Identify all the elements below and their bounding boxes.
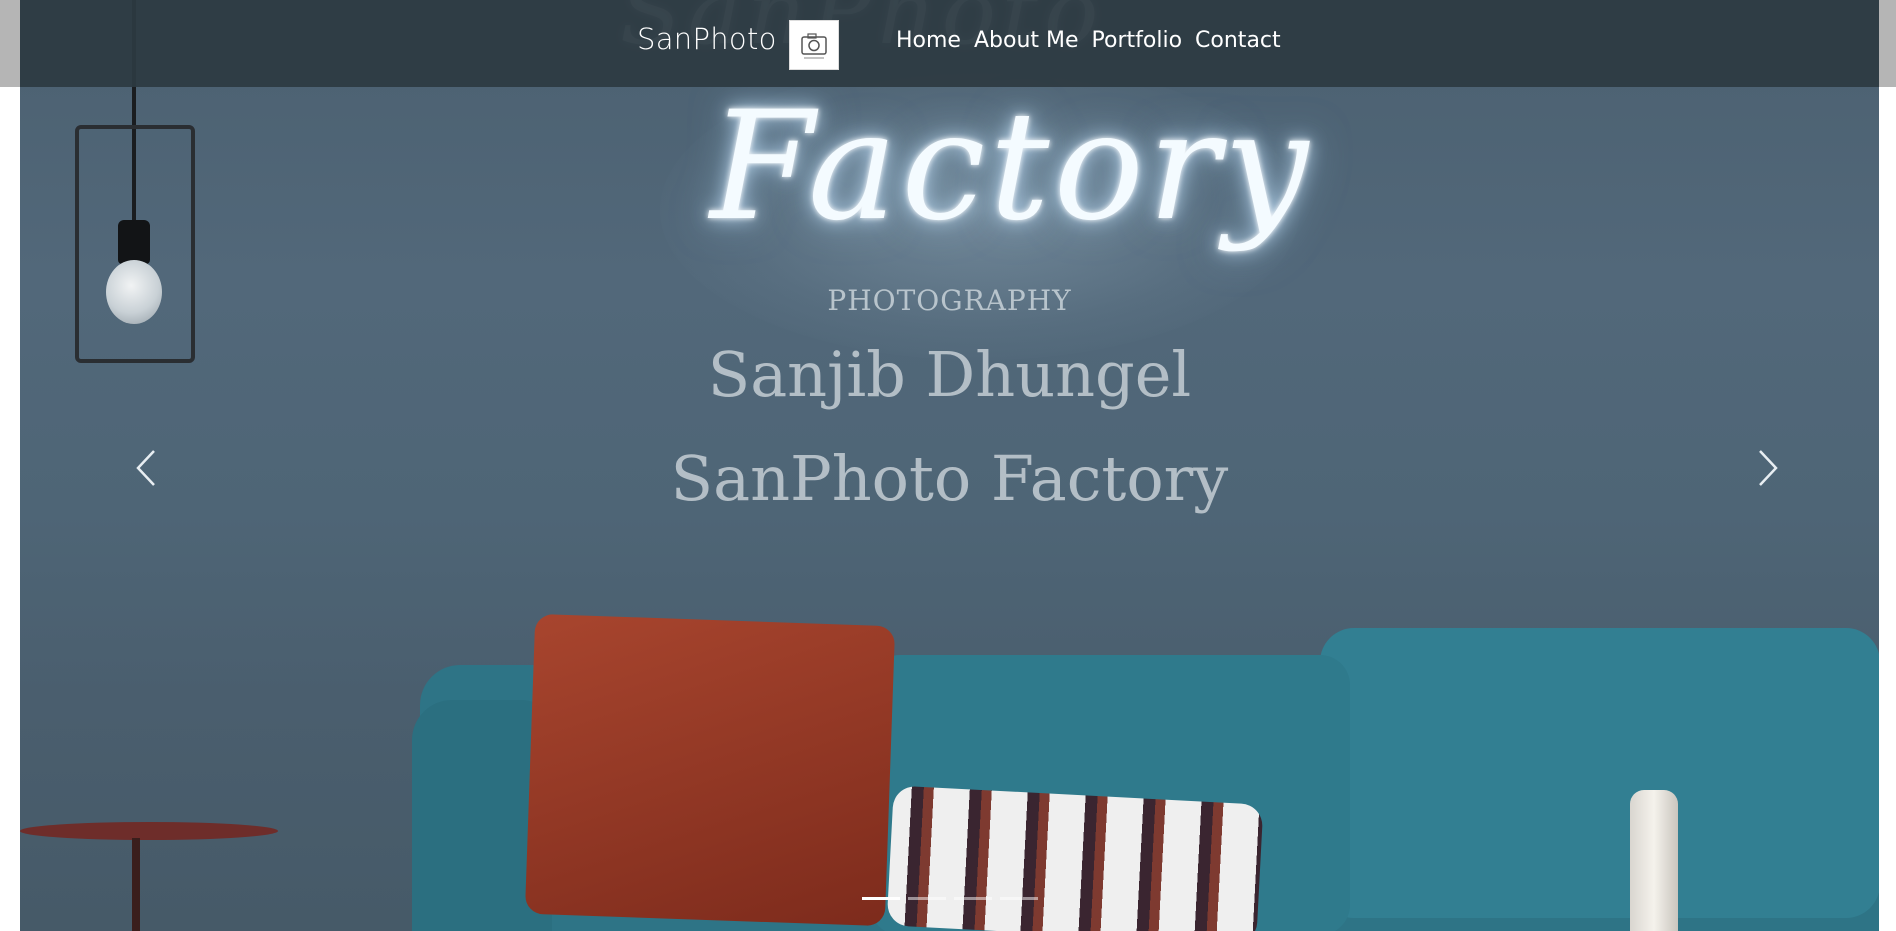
- cushion-striped: [886, 785, 1264, 931]
- hero-name: Sanjib Dhungel: [707, 338, 1192, 411]
- carousel-prev-button[interactable]: [128, 445, 168, 491]
- hero-carousel: SanPhoto Factory PHOTOGRAPHY Sanjib Dhun…: [20, 0, 1879, 931]
- carousel-indicators: [862, 897, 1038, 900]
- side-table-leg: [132, 838, 140, 931]
- camera-icon: [801, 33, 827, 59]
- carousel-next-button[interactable]: [1746, 445, 1786, 491]
- carousel-indicator-3[interactable]: [954, 897, 992, 900]
- nav-link-home[interactable]: Home: [896, 28, 961, 53]
- nav-link-contact[interactable]: Contact: [1195, 28, 1281, 53]
- nav-link-about-me[interactable]: About Me: [974, 28, 1079, 53]
- left-scroll-gutter: [0, 0, 20, 87]
- cushion-teal-right: [1320, 628, 1879, 918]
- carousel-indicator-2[interactable]: [908, 897, 946, 900]
- neon-sign-factory: Factory: [710, 80, 1313, 254]
- chevron-left-icon: [136, 450, 155, 486]
- top-navbar: SanPhoto Home About Me Portfolio Contact: [20, 0, 1879, 87]
- brand-logo[interactable]: [789, 20, 839, 70]
- brand-name[interactable]: SanPhoto: [637, 22, 777, 56]
- vase: [1630, 790, 1678, 931]
- nav-links: Home About Me Portfolio Contact: [896, 28, 1281, 53]
- cushion-red: [524, 613, 896, 927]
- hero-subtitle: PHOTOGRAPHY: [827, 284, 1072, 317]
- chevron-right-icon: [1759, 450, 1778, 486]
- hero-studio: SanPhoto Factory: [670, 442, 1229, 515]
- lamp-socket: [118, 220, 150, 264]
- right-scroll-gutter: [1879, 0, 1896, 87]
- nav-link-portfolio[interactable]: Portfolio: [1092, 28, 1183, 53]
- carousel-indicator-1[interactable]: [862, 897, 900, 900]
- carousel-indicator-4[interactable]: [1000, 897, 1038, 900]
- side-table-top: [20, 822, 278, 840]
